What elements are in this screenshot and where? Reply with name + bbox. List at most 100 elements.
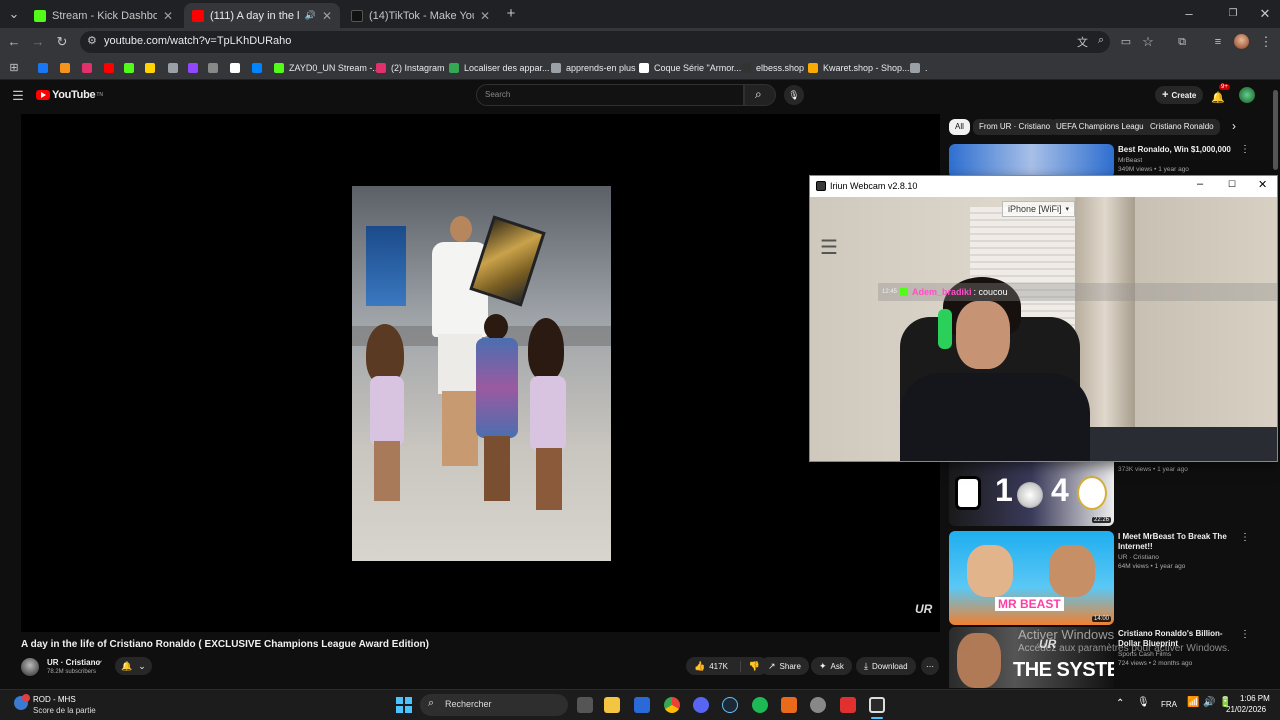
task-view-icon[interactable] [577,697,593,713]
bookmark-item[interactable]: ZAYD0_UN Stream -... [274,60,380,76]
cam-menu-icon[interactable]: ☰ [820,235,838,260]
more-actions-button[interactable]: ⋯ [921,657,939,675]
browser-menu-icon[interactable]: ⋮ [1258,34,1274,50]
extensions-icon[interactable]: ⧉ [1174,34,1190,50]
discord-icon[interactable] [693,697,709,713]
search-button[interactable]: ⌕ [744,84,776,106]
bookmark-item[interactable]: elbess.shop [741,60,804,76]
recommendation-thumbnail[interactable]: 1 4 22:26 [949,462,1114,526]
minimize-window-icon[interactable]: – [1197,178,1203,190]
app-icon[interactable] [810,697,826,713]
cast-icon[interactable]: ▭ [1118,34,1134,50]
apps-grid-icon[interactable]: ⊞ [6,60,22,76]
notifications-button[interactable]: 🔔 9+ [1211,84,1230,104]
file-explorer-icon[interactable] [604,697,620,713]
recommendation-menu-icon[interactable]: ⋮ [1240,144,1250,155]
store-icon[interactable] [634,697,650,713]
bookmark-item[interactable] [168,60,183,76]
recommendation-thumbnail[interactable]: MR BEAST 14:00 [949,531,1114,625]
recommendation-thumbnail[interactable] [949,144,1114,178]
forward-icon[interactable]: → [30,34,46,50]
profile-avatar[interactable] [1234,34,1249,49]
recommendation-title[interactable]: Best Ronaldo, Win $1,000,000 [1118,145,1243,155]
chrome-icon[interactable] [664,697,680,713]
like-button[interactable]: 👍 417K 👎 [686,657,769,675]
recommendation-channel[interactable]: MrBeast [1118,156,1142,165]
channel-watermark-icon[interactable]: UR [915,602,932,616]
steam-icon[interactable] [722,697,738,713]
translate-icon[interactable]: 文 [1077,34,1088,50]
language-indicator[interactable]: FRA [1161,700,1177,709]
volume-icon[interactable]: 🔊 [1203,697,1215,708]
recommendation-title[interactable]: I Meet MrBeast To Break The Internet!! [1118,532,1243,552]
bookmark-item[interactable] [124,60,139,76]
clock-time[interactable]: 1:06 PM [1240,694,1270,703]
hamburger-menu-icon[interactable]: ☰ [10,88,26,104]
page-scrollbar[interactable] [1273,90,1278,170]
voice-search-button[interactable]: 🎙 [784,85,804,105]
bookmark-item[interactable] [252,60,267,76]
taskbar-search-box[interactable]: ⌕ Rechercher [420,694,568,716]
spotify-icon[interactable] [752,697,768,713]
iriun-taskbar-icon[interactable] [869,697,885,713]
download-button[interactable]: ⤓ Download [856,657,916,675]
maximize-window-icon[interactable]: ☐ [1228,179,1236,190]
bookmark-item[interactable]: . [910,60,928,76]
back-icon[interactable]: ← [6,34,22,50]
url-text[interactable]: youtube.com/watch?v=TpLKhDURaho [104,35,291,47]
bookmark-item[interactable] [60,60,75,76]
tab-kick-dashboard[interactable]: Stream - Kick Dashboard ✕ [26,3,181,28]
start-button[interactable] [396,697,412,713]
recommendation-menu-icon[interactable]: ⋮ [1240,629,1250,640]
bookmark-item[interactable] [145,60,160,76]
account-avatar[interactable] [1239,87,1255,103]
reading-list-icon[interactable]: ≡ [1210,34,1226,50]
chevron-right-icon[interactable]: › [1232,119,1236,133]
bookmark-item[interactable] [188,60,203,76]
clock-date[interactable]: 21/02/2026 [1226,705,1266,714]
bookmark-item[interactable]: apprends-en plus [551,60,636,76]
iriun-title-bar[interactable]: Iriun Webcam v2.8.10 – ☐ ✕ [810,176,1277,196]
app-icon[interactable] [840,697,856,713]
bookmark-item[interactable] [208,60,223,76]
close-window-icon[interactable]: ✕ [1258,178,1267,191]
bookmark-item[interactable] [230,60,245,76]
chip-cristiano-ronaldo[interactable]: Cristiano Ronaldo [1144,119,1220,135]
close-tab-icon[interactable]: ✕ [322,9,332,23]
close-window-icon[interactable]: ✕ [1257,6,1273,22]
tab-search-icon[interactable]: ⌄ [6,6,22,22]
chip-ucl[interactable]: UEFA Champions League [1050,119,1155,135]
device-selector[interactable]: iPhone [WiFi] ▾ [1002,201,1076,217]
recommendation-channel[interactable]: UR · Cristiano [1118,553,1159,562]
tab-youtube[interactable]: (111) A day in the life of Cr 🔊 ✕ [184,3,340,28]
address-bar[interactable]: ⚙ youtube.com/watch?v=TpLKhDURaho 文 ⌕ [80,31,1110,53]
search-input[interactable]: Search [476,84,744,106]
bookmark-item[interactable]: Coque Série "Armor... [639,60,741,76]
share-button[interactable]: ↗ Share [760,657,809,675]
bookmark-item[interactable]: Localiser des appar... [449,60,550,76]
close-tab-icon[interactable]: ✕ [480,9,490,23]
bookmark-item[interactable] [104,60,119,76]
iriun-webcam-window[interactable]: Iriun Webcam v2.8.10 – ☐ ✕ ☰ iPhone [WiF… [809,175,1278,462]
bookmark-item[interactable]: (2) Instagram [376,60,445,76]
recommendation-menu-icon[interactable]: ⋮ [1240,532,1250,543]
widget-notification[interactable]: ROD - MHS Score de la partie [14,694,134,718]
subscription-bell-button[interactable]: 🔔 ⌄ [115,657,152,675]
minimize-window-icon[interactable]: – [1181,6,1197,22]
chip-all[interactable]: All [949,119,970,135]
ask-button[interactable]: ✦ Ask [811,657,852,675]
bookmark-item[interactable] [82,60,97,76]
dislike-icon[interactable]: 👎 [739,660,760,672]
speaker-icon[interactable]: 🔊 [305,10,316,21]
close-tab-icon[interactable]: ✕ [163,9,173,23]
chip-from-channel[interactable]: From UR · Cristiano [973,119,1057,135]
chevron-up-icon[interactable]: ⌃ [1116,698,1124,709]
app-icon[interactable] [781,697,797,713]
new-tab-button[interactable]: + [503,6,519,22]
maximize-window-icon[interactable]: ❐ [1225,6,1241,22]
bookmark-item[interactable]: Kwaret.shop - Shop... [808,60,910,76]
zoom-icon[interactable]: ⌕ [1098,34,1104,47]
microphone-icon[interactable]: 🎙 [1137,697,1150,708]
video-player[interactable]: UR [21,114,940,632]
youtube-logo[interactable]: YouTube TN [36,89,103,101]
